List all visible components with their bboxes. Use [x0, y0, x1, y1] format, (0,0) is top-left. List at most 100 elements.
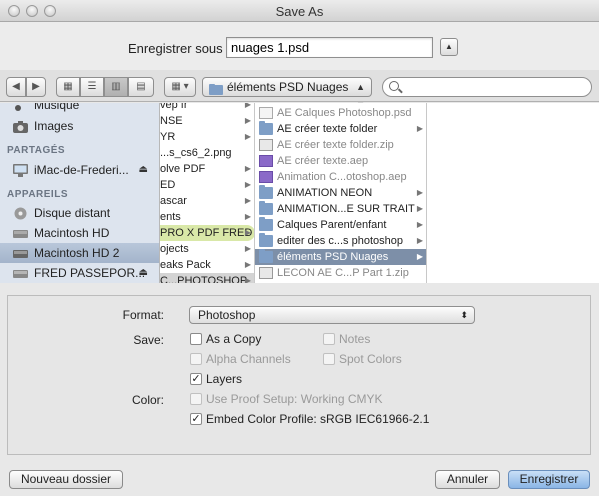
- list-item[interactable]: olve PDF ▶: [160, 161, 254, 177]
- as-a-copy-checkbox[interactable]: [190, 333, 202, 345]
- hard-drive-icon: [13, 246, 28, 259]
- icon-view-button[interactable]: ▦: [56, 77, 80, 97]
- sidebar-item-label: iMac-de-Frederi...: [34, 163, 129, 177]
- external-drive-icon: [13, 266, 28, 279]
- sidebar-item-label: Disque distant: [34, 206, 111, 220]
- computer-icon: [13, 163, 28, 177]
- format-popup-value: Photoshop: [198, 308, 256, 322]
- list-item[interactable]: PRO X PDF FRED ▶: [160, 225, 254, 241]
- use-proof-setup-checkbox[interactable]: [190, 393, 202, 405]
- search-field[interactable]: [382, 77, 592, 97]
- spot-colors-checkbox[interactable]: [323, 353, 335, 365]
- collapse-dialog-button[interactable]: ▲: [440, 38, 458, 56]
- aep-file-icon: [259, 171, 273, 183]
- save-as-label: Enregistrer sous :: [128, 41, 230, 56]
- notes-checkbox[interactable]: [323, 333, 335, 345]
- sidebar-item-imac[interactable]: iMac-de-Frederi... ⏏: [0, 160, 159, 180]
- alpha-channels-label: Alpha Channels: [206, 352, 291, 366]
- folder-icon: [259, 121, 273, 135]
- list-item[interactable]: ascar ▶: [160, 193, 254, 209]
- list-item[interactable]: AE Calques Photoshop.psd: [255, 105, 426, 121]
- filename-input[interactable]: [226, 37, 433, 58]
- folder-icon: [259, 249, 273, 263]
- eject-icon[interactable]: ⏏: [139, 160, 148, 180]
- save-options-label: Save:: [133, 333, 164, 347]
- shared-section-header: PARTAGÉS: [7, 145, 66, 156]
- zip-file-icon: [259, 267, 273, 279]
- list-item[interactable]: ents ▶: [160, 209, 254, 225]
- embed-color-profile-label: Embed Color Profile: sRGB IEC61966-2.1: [206, 412, 430, 426]
- sidebar-item-images[interactable]: Images: [0, 116, 159, 136]
- alpha-channels-checkbox[interactable]: [190, 353, 202, 365]
- music-icon: [13, 103, 28, 111]
- list-item[interactable]: YR ▶: [160, 129, 254, 145]
- sidebar-item-remote-disk[interactable]: Disque distant: [0, 203, 159, 223]
- search-icon: [389, 81, 399, 91]
- as-a-copy-label: As a Copy: [206, 332, 262, 346]
- path-popup[interactable]: éléments PSD Nuages ▲▼: [202, 77, 372, 110]
- psd-file-icon: [259, 107, 273, 119]
- use-proof-setup-label: Use Proof Setup: Working CMYK: [206, 392, 383, 406]
- list-item[interactable]: C...PHOTOSHOP ▶: [160, 273, 254, 283]
- list-item[interactable]: ANIMATION NEON ▶: [255, 185, 426, 201]
- sidebar-item-label: Macintosh HD: [34, 226, 110, 240]
- window-title: Save As: [275, 4, 324, 19]
- sidebar-item-fred-passport[interactable]: FRED PASSEPOR... ⏏: [0, 263, 159, 283]
- list-item[interactable]: ANIMATION...E SUR TRAIT ▶: [255, 201, 426, 217]
- sidebar-item-label: FRED PASSEPOR...: [34, 266, 146, 280]
- browser-column-3: AE Calques Photoshop.psd AE créer texte …: [255, 103, 427, 283]
- list-item[interactable]: NSE ▶: [160, 113, 254, 129]
- sidebar-item-label: Musique: [34, 103, 80, 112]
- devices-section-header: APPAREILS: [7, 189, 68, 200]
- sidebar-item-music[interactable]: Musique: [0, 103, 159, 115]
- arrange-menu-button[interactable]: ▦ ▾: [164, 77, 196, 97]
- format-popup[interactable]: Photoshop ⬍: [189, 306, 475, 324]
- coverflow-view-button[interactable]: ▤: [128, 77, 154, 97]
- path-popup-label: éléments PSD Nuages: [227, 80, 349, 94]
- list-view-button[interactable]: ☰: [80, 77, 104, 97]
- folder-icon: [209, 82, 223, 100]
- sidebar-item-macintosh-hd-2[interactable]: Macintosh HD 2: [0, 243, 159, 263]
- eject-icon[interactable]: ⏏: [139, 263, 148, 283]
- aep-file-icon: [259, 155, 273, 167]
- embed-color-profile-checkbox[interactable]: ✓: [190, 413, 202, 425]
- sidebar: Musique Images PARTAGÉS iMac-de-Frederi.…: [0, 103, 160, 283]
- new-folder-button[interactable]: Nouveau dossier: [9, 470, 123, 489]
- hard-drive-icon: [13, 226, 28, 239]
- list-item[interactable]: vep fr ▶: [160, 103, 254, 113]
- list-item[interactable]: Animation C...otoshop.aep: [255, 169, 426, 185]
- list-item[interactable]: AE créer texte folder.zip: [255, 137, 426, 153]
- browser-column-2: vep fr ▶ NSE ▶ YR ▶ ...s_cs6_2.png olve PDF…: [160, 103, 255, 283]
- save-button[interactable]: Enregistrer: [508, 470, 590, 489]
- list-item[interactable]: Calques Parent/enfant ▶: [255, 217, 426, 233]
- save-name-row: Enregistrer sous : ▲: [0, 22, 599, 70]
- title-bar: Save As: [0, 0, 599, 22]
- list-item[interactable]: ED ▶: [160, 177, 254, 193]
- forward-button[interactable]: ▶: [26, 77, 46, 97]
- list-item[interactable]: eaks Pack ▶: [160, 257, 254, 273]
- layers-label: Layers: [206, 372, 243, 386]
- list-item[interactable]: LECON AE C...P Part 1.zip: [255, 265, 426, 281]
- zip-file-icon: [259, 139, 273, 151]
- folder-icon: [259, 233, 273, 247]
- camera-icon: [13, 119, 28, 133]
- list-item[interactable]: ojects ▶: [160, 241, 254, 257]
- list-item[interactable]: AE créer texte.aep: [255, 153, 426, 169]
- cancel-button[interactable]: Annuler: [435, 470, 500, 489]
- sidebar-item-label: Macintosh HD 2: [34, 246, 120, 260]
- format-label: Format:: [122, 308, 164, 322]
- popup-arrows-icon: ⬍: [460, 310, 468, 320]
- list-item[interactable]: editer des c...s photoshop ▶: [255, 233, 426, 249]
- spot-colors-label: Spot Colors: [339, 352, 402, 366]
- layers-checkbox[interactable]: ✓: [190, 373, 202, 385]
- sidebar-item-macintosh-hd[interactable]: Macintosh HD: [0, 223, 159, 243]
- list-item[interactable]: AE créer texte folder ▶: [255, 121, 426, 137]
- folder-icon: [259, 201, 273, 215]
- back-button[interactable]: ◀: [6, 77, 26, 97]
- list-item[interactable]: ...s_cs6_2.png: [160, 145, 254, 161]
- column-view-button[interactable]: ▥: [104, 77, 128, 97]
- sidebar-item-label: Images: [34, 119, 74, 133]
- color-label: Color:: [131, 393, 164, 407]
- notes-label: Notes: [339, 332, 371, 346]
- list-item[interactable]: éléments PSD Nuages ▶: [255, 249, 426, 265]
